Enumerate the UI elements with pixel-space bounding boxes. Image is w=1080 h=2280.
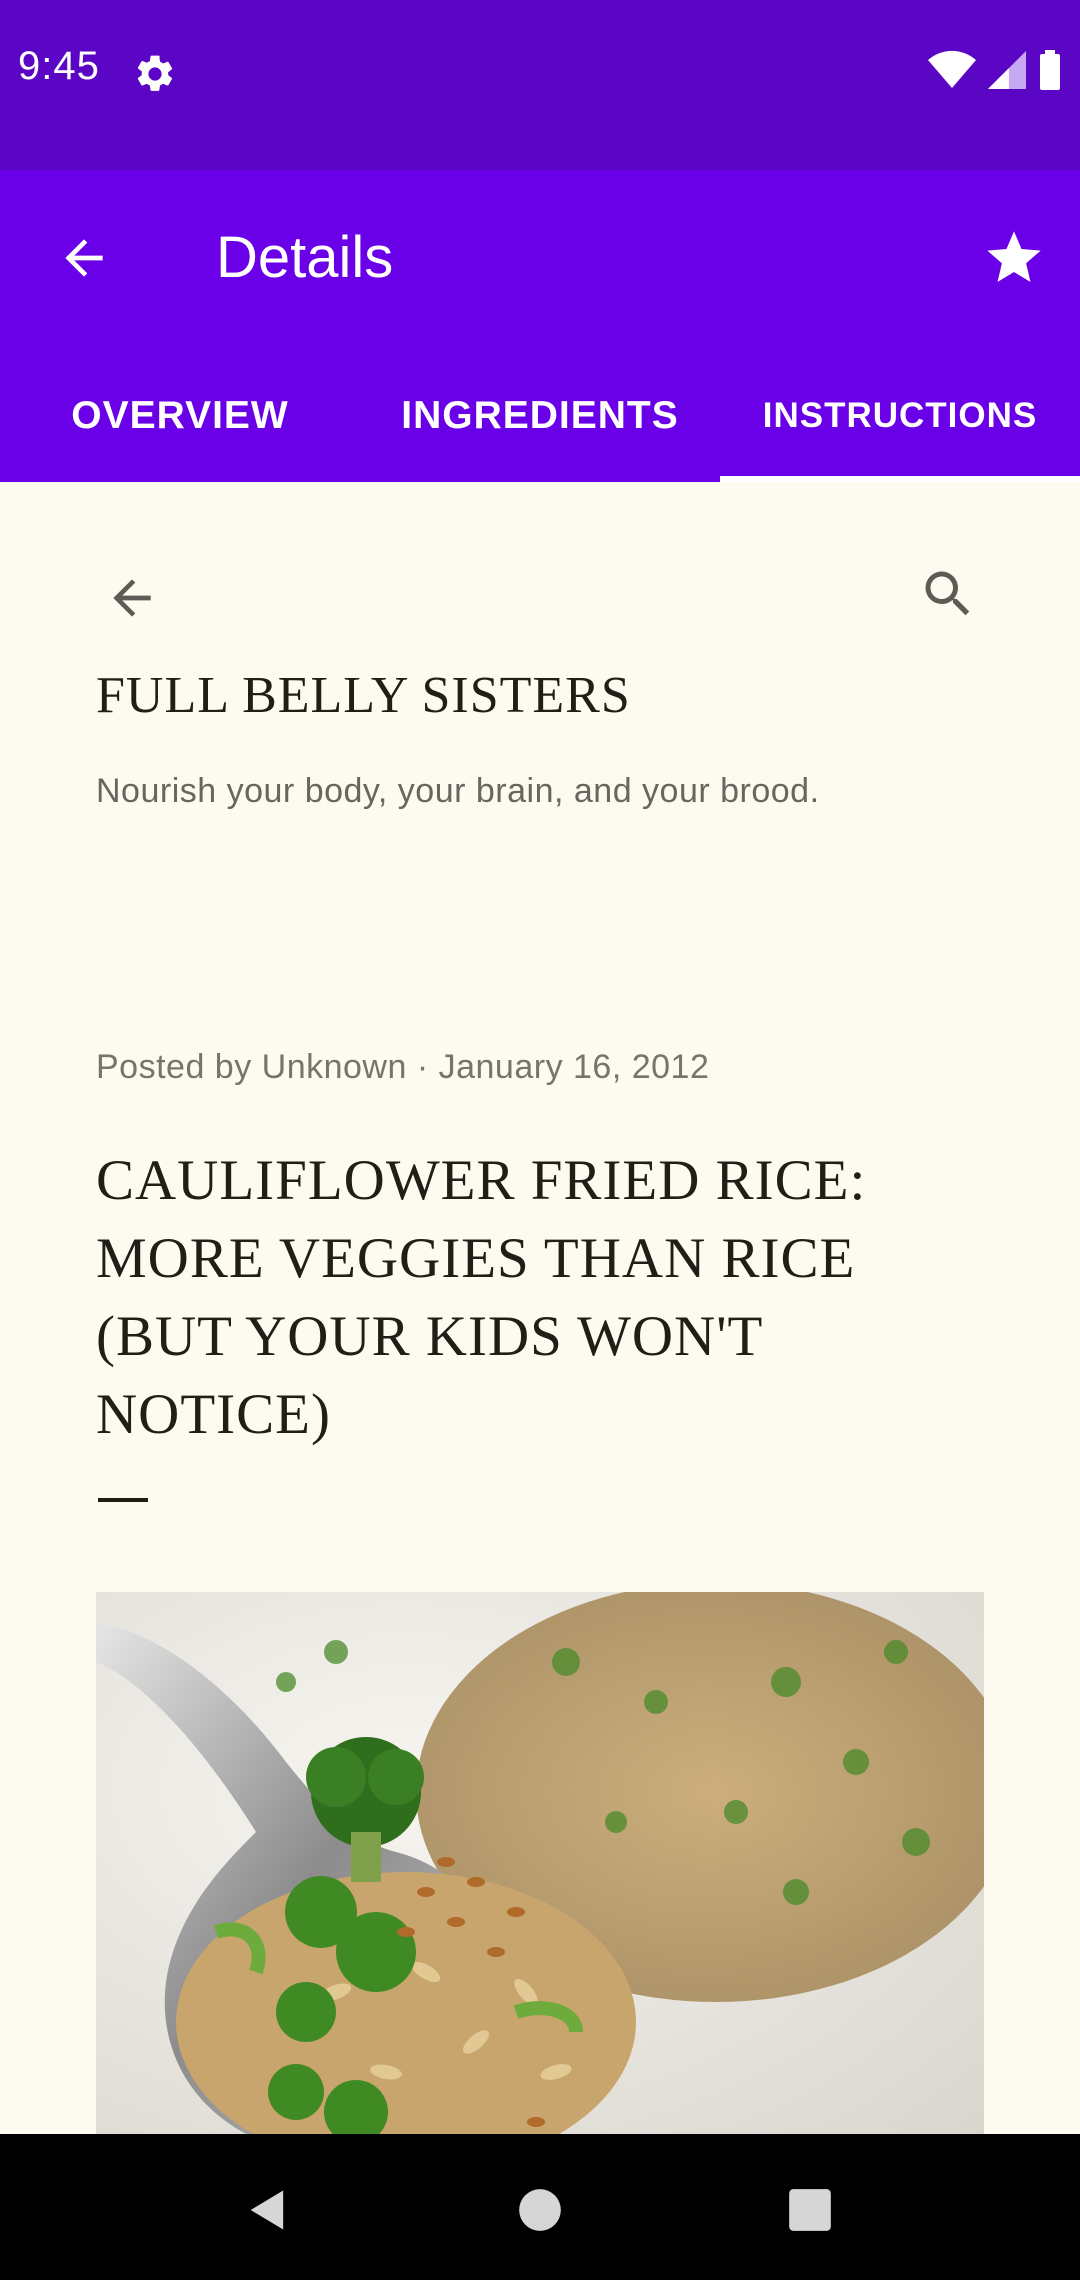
arrow-back-icon — [113, 579, 151, 617]
wifi-icon — [928, 50, 976, 88]
web-content[interactable]: FULL BELLY SISTERS Nourish your body, yo… — [0, 482, 1080, 2134]
battery-icon — [1040, 50, 1060, 90]
back-triangle-icon — [250, 2190, 284, 2230]
status-bar: 9:45 — [0, 0, 1080, 170]
home-circle-icon — [519, 2189, 561, 2231]
web-back-button[interactable] — [96, 562, 168, 634]
tab-ingredients[interactable]: INGREDIENTS — [360, 350, 720, 482]
cellular-signal-icon — [988, 51, 1026, 89]
tab-bar: OVERVIEW INGREDIENTS INSTRUCTIONS — [0, 350, 1080, 482]
back-button[interactable] — [48, 222, 120, 294]
recents-square-icon — [789, 2189, 831, 2231]
title-divider — [98, 1498, 148, 1502]
nav-home-button[interactable] — [504, 2174, 576, 2246]
status-time: 9:45 — [18, 44, 100, 88]
star-icon — [987, 231, 1041, 282]
blog-tagline: Nourish your body, your brain, and your … — [96, 772, 820, 810]
fried-rice-illustration — [96, 1592, 984, 2134]
arrow-back-icon — [65, 239, 103, 277]
web-search-button[interactable] — [912, 558, 984, 630]
fried-rice-photo — [96, 1592, 984, 2134]
system-navigation-bar — [0, 2134, 1080, 2280]
status-icons — [928, 50, 1062, 90]
search-icon — [925, 571, 970, 616]
app-bar: Details OVERVIEW INGREDIENTS INSTRUCTION… — [0, 170, 1080, 482]
nav-back-button[interactable] — [232, 2174, 304, 2246]
favorite-button[interactable] — [976, 220, 1052, 296]
tab-overview[interactable]: OVERVIEW — [0, 350, 360, 482]
tab-instructions[interactable]: INSTRUCTIONS — [720, 350, 1080, 482]
page-title: Details — [216, 225, 394, 290]
blog-title[interactable]: FULL BELLY SISTERS — [96, 666, 631, 725]
settings-gear-icon — [137, 55, 173, 91]
post-title: CAULIFLOWER FRIED RICE: MORE VEGGIES THA… — [96, 1149, 867, 1446]
post-meta: Posted by Unknown · January 16, 2012 — [96, 1048, 710, 1086]
nav-recents-button[interactable] — [774, 2174, 846, 2246]
